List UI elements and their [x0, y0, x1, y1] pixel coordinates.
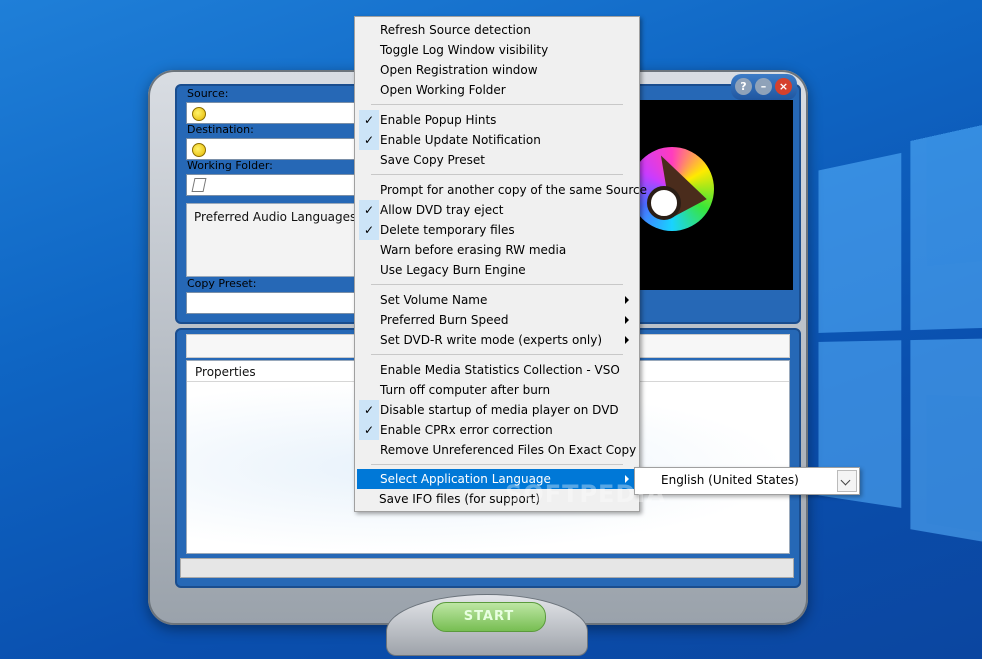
- menu-item-toggle-log[interactable]: Toggle Log Window visibility: [357, 40, 637, 60]
- language-dropdown[interactable]: English (United States): [634, 467, 860, 495]
- menu-item-warn-erasing-rw[interactable]: Warn before erasing RW media: [357, 240, 637, 260]
- menu-item-legacy-burn-engine[interactable]: Use Legacy Burn Engine: [357, 260, 637, 280]
- watermark: SOFTPEDIA: [505, 480, 666, 508]
- destination-label: Destination:: [187, 123, 254, 136]
- copy-preset-field[interactable]: [186, 292, 358, 314]
- close-button[interactable]: ×: [775, 78, 792, 95]
- working-folder-field[interactable]: [186, 174, 358, 196]
- menu-item-save-copy-preset[interactable]: Save Copy Preset: [357, 150, 637, 170]
- menu-separator: [371, 104, 623, 105]
- menu-item-set-volume-name[interactable]: Set Volume Name: [357, 290, 637, 310]
- check-icon: ✓: [359, 420, 379, 440]
- status-bar: [180, 558, 794, 578]
- status-dot-icon: [192, 143, 206, 157]
- menu-item-open-working-folder[interactable]: Open Working Folder: [357, 80, 637, 100]
- check-icon: ✓: [359, 110, 379, 130]
- menu-item-remove-unreferenced[interactable]: Remove Unreferenced Files On Exact Copy: [357, 440, 637, 460]
- submenu-arrow-icon: [625, 296, 629, 304]
- help-button[interactable]: ?: [735, 78, 752, 95]
- source-label: Source:: [187, 87, 229, 100]
- menu-item-prompt-another-copy[interactable]: Prompt for another copy of the same Sour…: [357, 180, 647, 200]
- status-dot-icon: [192, 107, 206, 121]
- audio-languages-box[interactable]: Preferred Audio Languages: [186, 203, 358, 277]
- disc-hole: [647, 186, 681, 220]
- window-controls: ? – ×: [731, 74, 797, 100]
- menu-item-allow-tray-eject[interactable]: ✓ Allow DVD tray eject: [357, 200, 637, 220]
- minimize-button[interactable]: –: [755, 78, 772, 95]
- context-menu: Refresh Source detection Toggle Log Wind…: [354, 16, 647, 512]
- properties-label: Properties: [195, 365, 256, 379]
- menu-item-popup-hints[interactable]: ✓ Enable Popup Hints: [357, 110, 637, 130]
- language-value: English (United States): [661, 473, 799, 487]
- menu-item-media-statistics[interactable]: Enable Media Statistics Collection - VSO: [357, 360, 637, 380]
- menu-item-delete-temp-files[interactable]: ✓ Delete temporary files: [357, 220, 637, 240]
- menu-separator: [371, 284, 623, 285]
- menu-separator: [371, 464, 623, 465]
- submenu-arrow-icon: [625, 336, 629, 344]
- menu-separator: [371, 174, 623, 175]
- check-icon: ✓: [359, 130, 379, 150]
- menu-item-turn-off-computer[interactable]: Turn off computer after burn: [357, 380, 637, 400]
- menu-separator: [371, 354, 623, 355]
- check-icon: ✓: [359, 200, 379, 220]
- audio-languages-label: Preferred Audio Languages: [194, 210, 357, 224]
- menu-item-update-notification[interactable]: ✓ Enable Update Notification: [357, 130, 637, 150]
- menu-item-preferred-burn-speed[interactable]: Preferred Burn Speed: [357, 310, 637, 330]
- menu-item-dvdr-write-mode[interactable]: Set DVD-R write mode (experts only): [357, 330, 637, 350]
- working-folder-label: Working Folder:: [187, 159, 273, 172]
- check-icon: ✓: [359, 220, 379, 240]
- check-icon: ✓: [359, 400, 379, 420]
- destination-field[interactable]: [186, 138, 358, 160]
- chevron-down-icon[interactable]: [837, 470, 857, 492]
- start-button[interactable]: START: [432, 602, 546, 632]
- menu-item-disable-media-player[interactable]: ✓ Disable startup of media player on DVD: [357, 400, 637, 420]
- windows-logo: [818, 113, 982, 596]
- menu-item-cprx-error-correction[interactable]: ✓ Enable CPRx error correction: [357, 420, 637, 440]
- menu-item-refresh-source[interactable]: Refresh Source detection: [357, 20, 637, 40]
- menu-item-open-registration[interactable]: Open Registration window: [357, 60, 637, 80]
- submenu-arrow-icon: [625, 316, 629, 324]
- source-field[interactable]: [186, 102, 358, 124]
- copy-preset-label: Copy Preset:: [187, 277, 257, 290]
- folder-icon: [191, 178, 207, 192]
